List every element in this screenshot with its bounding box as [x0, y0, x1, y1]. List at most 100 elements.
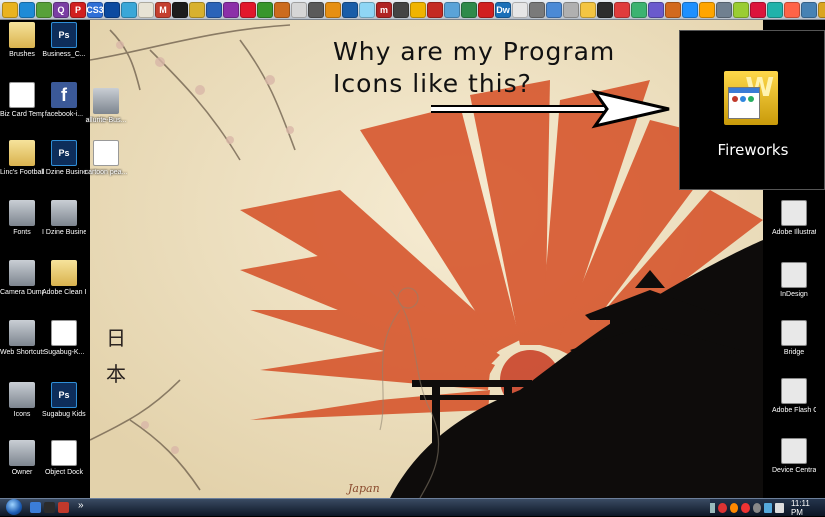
desktop-icon[interactable]: I Dzine Business_C... [42, 200, 86, 237]
desktop-icon[interactable]: Sugabug-K... [42, 320, 86, 357]
tray-arrow-icon[interactable] [709, 502, 716, 513]
tray-app-icon[interactable] [741, 502, 750, 513]
desktop-icon[interactable]: Biz Card Templat... [0, 82, 44, 119]
dock-app-icon[interactable] [665, 1, 681, 18]
dock-app-icon[interactable] [682, 1, 698, 18]
desktop-icon[interactable]: Camera Dump [0, 260, 44, 297]
desktop-icon[interactable]: Object Dock [42, 440, 86, 477]
object-dock-toolbar: Q P CS3 Mm Dw [0, 0, 825, 20]
dock-app-icon[interactable]: Q [53, 1, 69, 18]
desktop-icon[interactable]: Adobe Clean Install & Er... [42, 260, 86, 297]
dock-app-icon[interactable] [172, 1, 188, 18]
question-line-1: Why are my Program [333, 37, 616, 66]
desktop-icon-label: Sugabug-K... [43, 349, 85, 356]
desktop-icon[interactable]: Ps I Dzine Business_C... [42, 140, 86, 177]
dock-app-icon[interactable] [631, 1, 647, 18]
desktop-icon[interactable]: f facebook-i... [42, 82, 86, 119]
dock-app-icon[interactable] [104, 1, 120, 18]
desktop-icon[interactable]: Fonts [0, 200, 44, 237]
gray-icon [9, 382, 35, 408]
dock-app-icon[interactable] [580, 1, 596, 18]
desktop-icon[interactable]: Icons [0, 382, 44, 419]
dock-app-icon[interactable] [342, 1, 358, 18]
dock-app-icon[interactable]: m [376, 1, 392, 18]
desktop-icon[interactable]: allurite-Bus... [84, 88, 128, 125]
dock-app-icon[interactable] [733, 1, 749, 18]
desktop-icon[interactable]: Brushes [0, 22, 44, 59]
desktop-icon[interactable]: cartoon pea... [84, 140, 128, 177]
desktop-icon-label: Icons [13, 411, 31, 418]
desktop-icon[interactable]: Adobe Illustrat... [772, 200, 816, 237]
dock-app-icon[interactable] [801, 1, 817, 18]
dock-app-icon[interactable] [308, 1, 324, 18]
dock-app-icon[interactable] [597, 1, 613, 18]
desktop-icon[interactable]: Device Central [772, 438, 816, 475]
dock-app-icon[interactable] [478, 1, 494, 18]
desktop-icon-label: Sugabug Kids Logo [42, 411, 86, 418]
dock-app-icon[interactable] [36, 1, 52, 18]
dock-app-icon[interactable] [410, 1, 426, 18]
dock-app-icon[interactable] [393, 1, 409, 18]
dock-app-icon[interactable] [427, 1, 443, 18]
dock-app-icon[interactable] [2, 1, 18, 18]
desktop-icon[interactable]: Ps Business_C... [42, 22, 86, 59]
dock-app-icon[interactable] [529, 1, 545, 18]
dock-app-icon[interactable] [699, 1, 715, 18]
desktop-icon[interactable]: Linc's Football Pi... [0, 140, 44, 177]
volume-icon[interactable] [775, 502, 784, 513]
fireworks-icon[interactable]: W [724, 71, 778, 125]
dock-app-icon[interactable] [512, 1, 528, 18]
dock-app-icon[interactable] [257, 1, 273, 18]
fb-icon: f [51, 82, 77, 108]
dock-app-icon[interactable] [784, 1, 800, 18]
dock-app-icon[interactable] [767, 1, 783, 18]
dock-app-icon[interactable] [818, 1, 825, 18]
tray-app-icon[interactable] [718, 502, 727, 513]
desktop-icon-label: Brushes [9, 51, 35, 58]
quicklaunch-icon[interactable] [44, 502, 55, 513]
dock-app-icon[interactable] [648, 1, 664, 18]
dock-app-icon[interactable] [189, 1, 205, 18]
dock-app-icon[interactable] [546, 1, 562, 18]
taskbar-clock[interactable]: 11:11 PM [791, 499, 819, 517]
dock-app-icon[interactable]: M [155, 1, 171, 18]
dock-app-icon[interactable] [750, 1, 766, 18]
tray-app-icon[interactable] [729, 502, 739, 513]
dock-app-icon[interactable] [121, 1, 137, 18]
dock-app-icon[interactable] [461, 1, 477, 18]
dock-app-icon[interactable] [138, 1, 154, 18]
dock-app-icon[interactable] [19, 1, 35, 18]
quicklaunch-icon[interactable] [58, 502, 69, 513]
dock-app-icon[interactable] [206, 1, 222, 18]
desktop-icon-label: I Dzine Business_C... [42, 229, 86, 236]
quicklaunch-icon[interactable] [30, 502, 41, 513]
desktop-icon-label: cartoon pea... [84, 169, 128, 176]
desktop-icon[interactable]: Ps Sugabug Kids Logo [42, 382, 86, 419]
desktop-icon[interactable]: InDesign [772, 262, 816, 299]
dock-app-icon[interactable] [359, 1, 375, 18]
start-button[interactable] [6, 499, 22, 515]
dock-app-icon[interactable]: P [70, 1, 86, 18]
dock-app-icon[interactable] [444, 1, 460, 18]
quicklaunch-expand[interactable]: » [78, 500, 84, 511]
tray-app-icon[interactable] [752, 502, 761, 513]
desktop-icon[interactable]: Bridge [772, 320, 816, 357]
desktop-icon[interactable]: Adobe Flash Catalyst [772, 378, 816, 415]
desktop-icon[interactable]: Owner [0, 440, 44, 477]
dock-app-icon[interactable] [563, 1, 579, 18]
doc-icon [51, 320, 77, 346]
desktop-icon[interactable]: Web Shortcuts [0, 320, 44, 357]
dock-app-icon[interactable] [223, 1, 239, 18]
desktop-icon-label: I Dzine Business_C... [42, 169, 86, 176]
dock-app-icon[interactable] [291, 1, 307, 18]
generic-doc-overlay-icon [728, 87, 760, 119]
network-icon[interactable] [764, 502, 773, 513]
dock-app-icon[interactable]: CS3 [86, 1, 104, 18]
dock-app-icon[interactable] [274, 1, 290, 18]
dock-app-icon[interactable] [614, 1, 630, 18]
dock-app-icon[interactable] [325, 1, 341, 18]
kanji-hon: 本 [106, 362, 126, 386]
dock-app-icon[interactable]: Dw [495, 1, 511, 18]
dock-app-icon[interactable] [240, 1, 256, 18]
dock-app-icon[interactable] [716, 1, 732, 18]
